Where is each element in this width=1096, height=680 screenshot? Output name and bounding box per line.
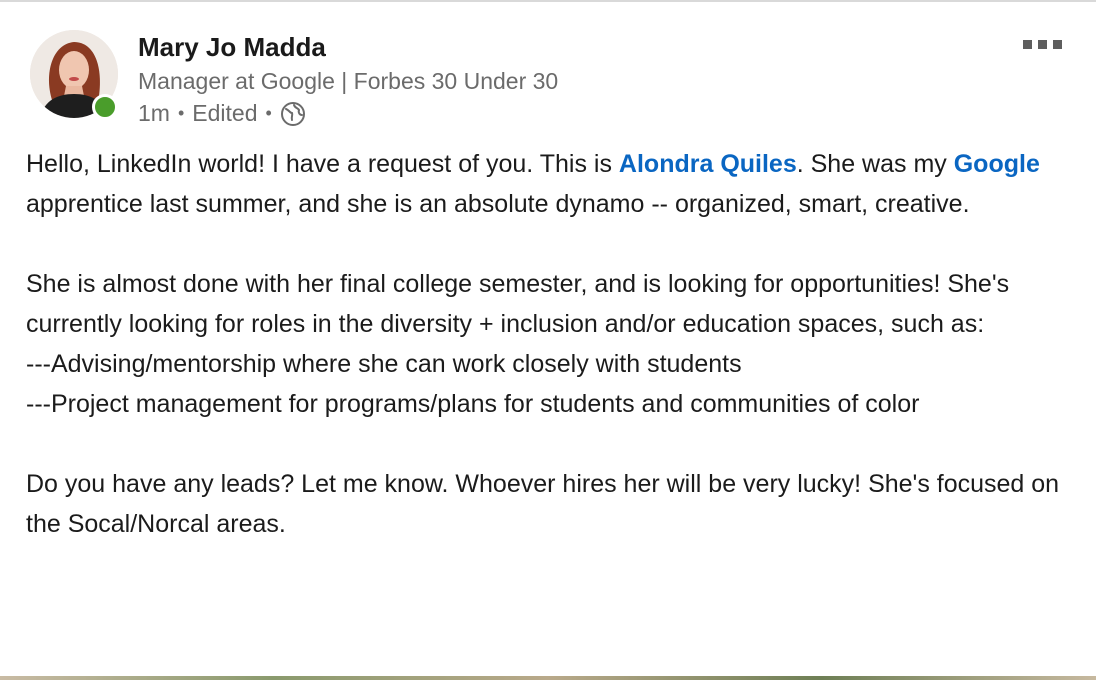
post-card: Mary Jo Madda Manager at Google | Forbes… xyxy=(0,0,1096,680)
author-headline: Manager at Google | Forbes 30 Under 30 xyxy=(138,68,559,94)
mention-link[interactable]: Alondra Quiles xyxy=(619,150,797,178)
post-list-item: ---Advising/mentorship where she can wor… xyxy=(26,350,742,378)
mention-link[interactable]: Google xyxy=(954,150,1040,178)
post-timestamp[interactable]: 1m xyxy=(138,100,170,127)
post-paragraph: Do you have any leads? Let me know. Whoe… xyxy=(26,470,1060,538)
post-body: Hello, LinkedIn world! I have a request … xyxy=(26,144,1076,544)
post-list-item: ---Project management for programs/plans… xyxy=(26,390,920,418)
post-meta: 1m • Edited • xyxy=(138,100,306,127)
author-name[interactable]: Mary Jo Madda xyxy=(138,32,326,63)
post-paragraph: Hello, LinkedIn world! I have a request … xyxy=(26,150,1040,218)
meta-separator: • xyxy=(265,103,272,123)
globe-icon[interactable] xyxy=(280,101,306,127)
post-image-edge xyxy=(0,676,1096,680)
more-options-icon[interactable] xyxy=(1019,36,1066,53)
online-status-indicator xyxy=(92,94,118,120)
edited-label: Edited xyxy=(192,100,258,126)
post-paragraph: She is almost done with her final colleg… xyxy=(26,270,1010,338)
meta-separator: • xyxy=(177,103,185,123)
